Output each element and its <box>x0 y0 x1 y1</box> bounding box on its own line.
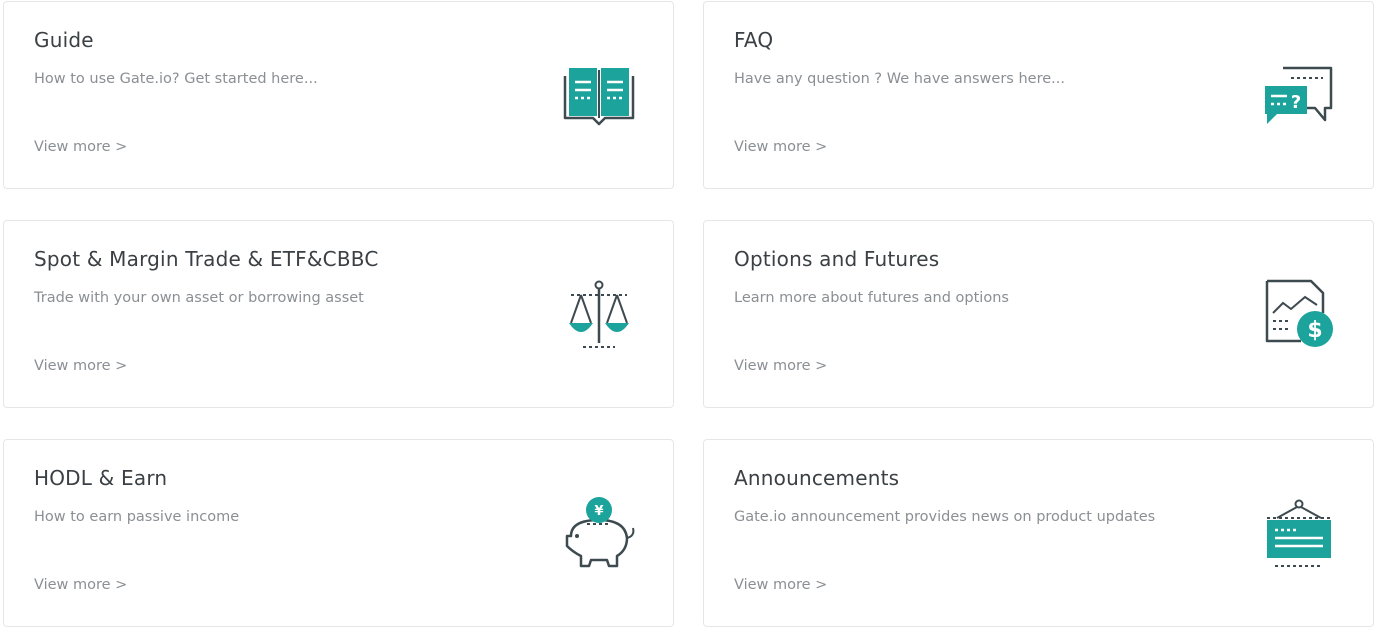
card-options-futures[interactable]: Options and Futures Learn more about fut… <box>703 220 1374 408</box>
help-center-grid: Guide How to use Gate.io? Get started he… <box>0 0 1390 640</box>
card-hodl-earn[interactable]: HODL & Earn How to earn passive income V… <box>3 439 674 627</box>
card-description: Gate.io announcement provides news on pr… <box>734 509 1156 525</box>
view-more-link[interactable]: View more > <box>734 139 827 155</box>
question-chat-icon: ? <box>1261 58 1337 134</box>
view-more-link[interactable]: View more > <box>34 358 127 374</box>
card-title: FAQ <box>734 28 774 52</box>
svg-text:$: $ <box>1307 318 1322 343</box>
notice-board-icon <box>1261 496 1337 572</box>
view-more-link[interactable]: View more > <box>34 139 127 155</box>
svg-text:?: ? <box>1291 92 1301 113</box>
card-announcements[interactable]: Announcements Gate.io announcement provi… <box>703 439 1374 627</box>
svg-text:¥: ¥ <box>594 504 603 519</box>
card-title: HODL & Earn <box>34 466 168 490</box>
card-title: Options and Futures <box>734 247 940 271</box>
open-book-icon <box>561 58 637 134</box>
view-more-link[interactable]: View more > <box>734 577 827 593</box>
card-description: How to use Gate.io? Get started here... <box>34 71 318 87</box>
card-title: Spot & Margin Trade & ETF&CBBC <box>34 247 379 271</box>
piggy-bank-icon: ¥ <box>561 496 637 572</box>
card-description: Have any question ? We have answers here… <box>734 71 1065 87</box>
card-title: Guide <box>34 28 94 52</box>
balance-scale-icon <box>561 277 637 353</box>
card-faq[interactable]: FAQ Have any question ? We have answers … <box>703 1 1374 189</box>
card-description: Learn more about futures and options <box>734 290 1009 306</box>
card-spot-margin[interactable]: Spot & Margin Trade & ETF&CBBC Trade wit… <box>3 220 674 408</box>
card-description: Trade with your own asset or borrowing a… <box>34 290 364 306</box>
card-guide[interactable]: Guide How to use Gate.io? Get started he… <box>3 1 674 189</box>
card-description: How to earn passive income <box>34 509 240 525</box>
view-more-link[interactable]: View more > <box>34 577 127 593</box>
card-title: Announcements <box>734 466 900 490</box>
chart-dollar-icon: $ <box>1261 277 1337 353</box>
view-more-link[interactable]: View more > <box>734 358 827 374</box>
